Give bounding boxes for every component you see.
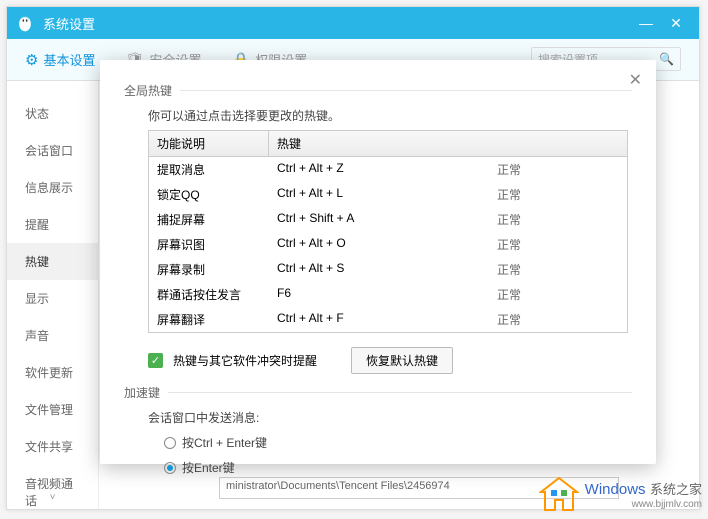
tab-basic[interactable]: ⚙ 基本设置 <box>25 50 95 69</box>
cell-key: Ctrl + Alt + F <box>269 309 489 330</box>
titlebar: 系统设置 — ✕ <box>7 7 699 39</box>
cell-key: Ctrl + Alt + O <box>269 234 489 255</box>
cell-key: Ctrl + Shift + A <box>269 209 489 230</box>
app-logo-icon <box>15 13 35 33</box>
sidebar-item-fileshare[interactable]: 文件共享 <box>7 428 98 465</box>
cell-status: 正常 <box>489 309 569 330</box>
radio-label: 按Enter键 <box>182 459 235 476</box>
window-title: 系统设置 <box>43 14 631 33</box>
section-title: 全局热键 <box>124 82 172 99</box>
col-hotkey: 热键 <box>269 131 627 156</box>
sidebar-item-label: 会话窗口 <box>25 144 73 158</box>
cell-fn: 屏幕翻译 <box>149 309 269 330</box>
conflict-check-label: 热键与其它软件冲突时提醒 <box>173 352 317 369</box>
conflict-check-row[interactable]: ✓ 热键与其它软件冲突时提醒 恢复默认热键 <box>148 347 632 374</box>
sidebar-item-label: 声音 <box>25 329 49 343</box>
section-global-hotkeys: 全局热键 <box>124 82 632 99</box>
divider <box>168 392 632 393</box>
minimize-button[interactable]: — <box>631 8 661 38</box>
sidebar-item-info[interactable]: 信息展示 <box>7 169 98 206</box>
watermark-brand: Windows <box>585 481 646 498</box>
sidebar-item-reminder[interactable]: 提醒 <box>7 206 98 243</box>
sidebar-item-sound[interactable]: 声音 <box>7 317 98 354</box>
table-row[interactable]: 捕捉屏幕Ctrl + Shift + A正常 <box>149 207 627 232</box>
cell-key: Ctrl + Alt + Z <box>269 159 489 180</box>
section-title: 加速键 <box>124 384 160 401</box>
cell-status: 正常 <box>489 184 569 205</box>
sidebar-item-label: 文件共享 <box>25 440 73 454</box>
checkbox-checked-icon[interactable]: ✓ <box>148 353 163 368</box>
cell-status: 正常 <box>489 284 569 305</box>
gear-icon: ⚙ <box>25 51 38 69</box>
watermark-sub: 系统之家 <box>650 482 702 497</box>
watermark: Windows 系统之家 www.bjjmlv.com <box>539 476 702 512</box>
cell-fn: 屏幕录制 <box>149 259 269 280</box>
sidebar-item-label: 信息展示 <box>25 181 73 195</box>
sidebar-item-display[interactable]: 显示 <box>7 280 98 317</box>
cell-fn: 提取消息 <box>149 159 269 180</box>
watermark-url: www.bjjmlv.com <box>585 499 702 510</box>
cell-key: F6 <box>269 284 489 305</box>
cell-key: Ctrl + Alt + S <box>269 259 489 280</box>
sidebar-item-label: 热键 <box>25 255 49 269</box>
radio-icon[interactable] <box>164 437 176 449</box>
watermark-text: Windows 系统之家 www.bjjmlv.com <box>585 479 702 510</box>
sidebar-item-label: 提醒 <box>25 218 49 232</box>
chevron-down-icon[interactable]: ˅ <box>50 492 56 503</box>
hotkey-hint: 你可以通过点击选择要更改的热键。 <box>148 107 632 124</box>
radio-ctrl-enter[interactable]: 按Ctrl + Enter键 <box>164 434 632 451</box>
cell-status: 正常 <box>489 234 569 255</box>
section-accel: 加速键 <box>124 384 632 401</box>
sidebar: 状态 会话窗口 信息展示 提醒 热键 显示 声音 软件更新 文件管理 文件共享 … <box>7 81 99 509</box>
sidebar-item-chatwindow[interactable]: 会话窗口 <box>7 132 98 169</box>
sidebar-scroll[interactable]: ˄ ˅ <box>7 479 98 503</box>
cell-status: 正常 <box>489 159 569 180</box>
hotkey-table-body: 提取消息Ctrl + Alt + Z正常锁定QQCtrl + Alt + L正常… <box>149 157 627 332</box>
table-row[interactable]: 屏幕翻译Ctrl + Alt + F正常 <box>149 307 627 332</box>
sidebar-item-status[interactable]: 状态 <box>7 95 98 132</box>
table-row[interactable]: 屏幕录制Ctrl + Alt + S正常 <box>149 257 627 282</box>
hotkey-dialog: ✕ 全局热键 你可以通过点击选择要更改的热键。 功能说明 热键 提取消息Ctrl… <box>100 60 656 464</box>
path-text: ministrator\Documents\Tencent Files\2456… <box>226 480 450 492</box>
radio-selected-icon[interactable] <box>164 462 176 474</box>
restore-default-button[interactable]: 恢复默认热键 <box>351 347 453 374</box>
cell-fn: 锁定QQ <box>149 184 269 205</box>
house-icon <box>539 476 579 512</box>
cell-status: 正常 <box>489 259 569 280</box>
table-row[interactable]: 提取消息Ctrl + Alt + Z正常 <box>149 157 627 182</box>
col-function: 功能说明 <box>149 131 269 156</box>
divider <box>180 90 632 91</box>
sidebar-item-label: 显示 <box>25 292 49 306</box>
table-row[interactable]: 锁定QQCtrl + Alt + L正常 <box>149 182 627 207</box>
search-icon: 🔍 <box>659 52 674 66</box>
radio-enter[interactable]: 按Enter键 <box>164 459 632 476</box>
close-window-button[interactable]: ✕ <box>661 8 691 38</box>
dialog-close-button[interactable]: ✕ <box>629 70 642 90</box>
sidebar-item-filemanage[interactable]: 文件管理 <box>7 391 98 428</box>
cell-fn: 屏幕识图 <box>149 234 269 255</box>
chevron-up-icon[interactable]: ˄ <box>50 479 56 490</box>
sidebar-item-label: 状态 <box>25 107 49 121</box>
sidebar-item-update[interactable]: 软件更新 <box>7 354 98 391</box>
accel-subtitle: 会话窗口中发送消息: <box>148 409 632 426</box>
cell-status: 正常 <box>489 209 569 230</box>
cell-fn: 群通话按住发言 <box>149 284 269 305</box>
table-row[interactable]: 群通话按住发言F6正常 <box>149 282 627 307</box>
cell-key: Ctrl + Alt + L <box>269 184 489 205</box>
table-row[interactable]: 屏幕识图Ctrl + Alt + O正常 <box>149 232 627 257</box>
hotkey-table-header: 功能说明 热键 <box>149 131 627 157</box>
sidebar-item-label: 软件更新 <box>25 366 73 380</box>
radio-label: 按Ctrl + Enter键 <box>182 434 267 451</box>
sidebar-item-label: 文件管理 <box>25 403 73 417</box>
tab-basic-label: 基本设置 <box>43 50 95 69</box>
cell-fn: 捕捉屏幕 <box>149 209 269 230</box>
hotkey-table: 功能说明 热键 提取消息Ctrl + Alt + Z正常锁定QQCtrl + A… <box>148 130 628 333</box>
sidebar-item-hotkey[interactable]: 热键 <box>7 243 98 280</box>
